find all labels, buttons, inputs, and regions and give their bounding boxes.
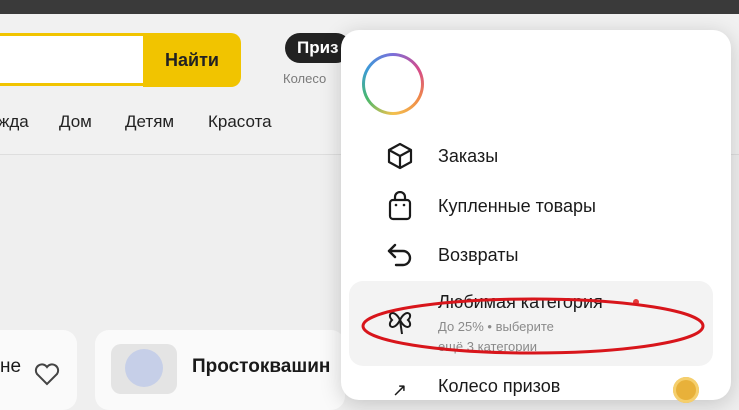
return-arrow-icon: [382, 238, 418, 272]
heart-icon[interactable]: [34, 362, 60, 386]
category-link-beauty[interactable]: Красота: [208, 112, 272, 132]
category-link-kids[interactable]: Детям: [125, 112, 174, 132]
menu-item-label: Купленные товары: [438, 195, 596, 216]
wheel-icon: ↗: [392, 380, 408, 400]
category-link-clothes[interactable]: жда: [0, 112, 29, 132]
menu-item-label: Возвраты: [438, 244, 519, 265]
menu-item-label: Заказы: [438, 145, 499, 166]
coin-icon: [673, 377, 699, 403]
search-button[interactable]: Найти: [143, 33, 241, 87]
menu-item-orders[interactable]: Заказы: [382, 139, 722, 173]
search-input[interactable]: [0, 33, 143, 86]
card-thumbnail-figure: [125, 349, 163, 387]
avatar[interactable]: [362, 53, 424, 115]
avatar-inner: [365, 56, 421, 112]
menu-item-returns[interactable]: Возвраты: [382, 238, 722, 272]
card-title: не: [0, 356, 22, 377]
box-icon: [382, 139, 418, 173]
annotation-oval: [361, 297, 705, 355]
menu-item-purchased[interactable]: Купленные товары: [382, 189, 722, 223]
promo-subtitle: Колесо: [283, 71, 327, 86]
card-title: Простоквашин: [192, 356, 331, 377]
shopping-bag-icon: [382, 189, 418, 223]
browser-top-bar: [0, 0, 739, 14]
category-link-home[interactable]: Дом: [59, 112, 92, 132]
